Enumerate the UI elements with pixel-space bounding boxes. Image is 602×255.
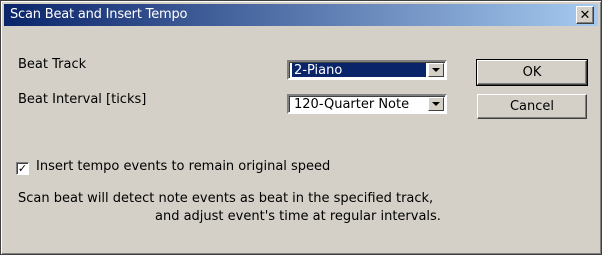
cancel-button[interactable]: Cancel	[477, 94, 587, 119]
window-title: Scan Beat and Insert Tempo	[10, 7, 188, 22]
beat-track-label: Beat Track	[18, 57, 87, 72]
description-line-1: Scan beat will detect note events as bea…	[18, 191, 434, 206]
chevron-down-icon[interactable]	[428, 63, 444, 77]
description-line-2: and adjust event's time at regular inter…	[155, 209, 441, 224]
ok-button[interactable]: OK	[476, 59, 588, 86]
beat-track-select[interactable]: 2-Piano	[287, 60, 447, 80]
close-button[interactable]: ✕	[576, 6, 594, 24]
beat-interval-select[interactable]: 120-Quarter Note	[287, 94, 447, 114]
beat-interval-label: Beat Interval [ticks]	[18, 92, 147, 107]
beat-track-value: 2-Piano	[292, 63, 426, 77]
title-bar[interactable]: Scan Beat and Insert Tempo ✕	[4, 4, 598, 26]
description-text: Scan beat will detect note events as bea…	[18, 190, 458, 226]
insert-tempo-checkbox[interactable]: ✓	[16, 162, 29, 175]
insert-tempo-label[interactable]: Insert tempo events to remain original s…	[36, 159, 330, 174]
scan-beat-dialog: Scan Beat and Insert Tempo ✕ Beat Track …	[0, 0, 602, 255]
close-icon: ✕	[579, 7, 591, 23]
beat-interval-value: 120-Quarter Note	[294, 97, 410, 111]
checkmark-icon: ✓	[17, 162, 28, 175]
chevron-down-icon[interactable]	[428, 97, 444, 111]
